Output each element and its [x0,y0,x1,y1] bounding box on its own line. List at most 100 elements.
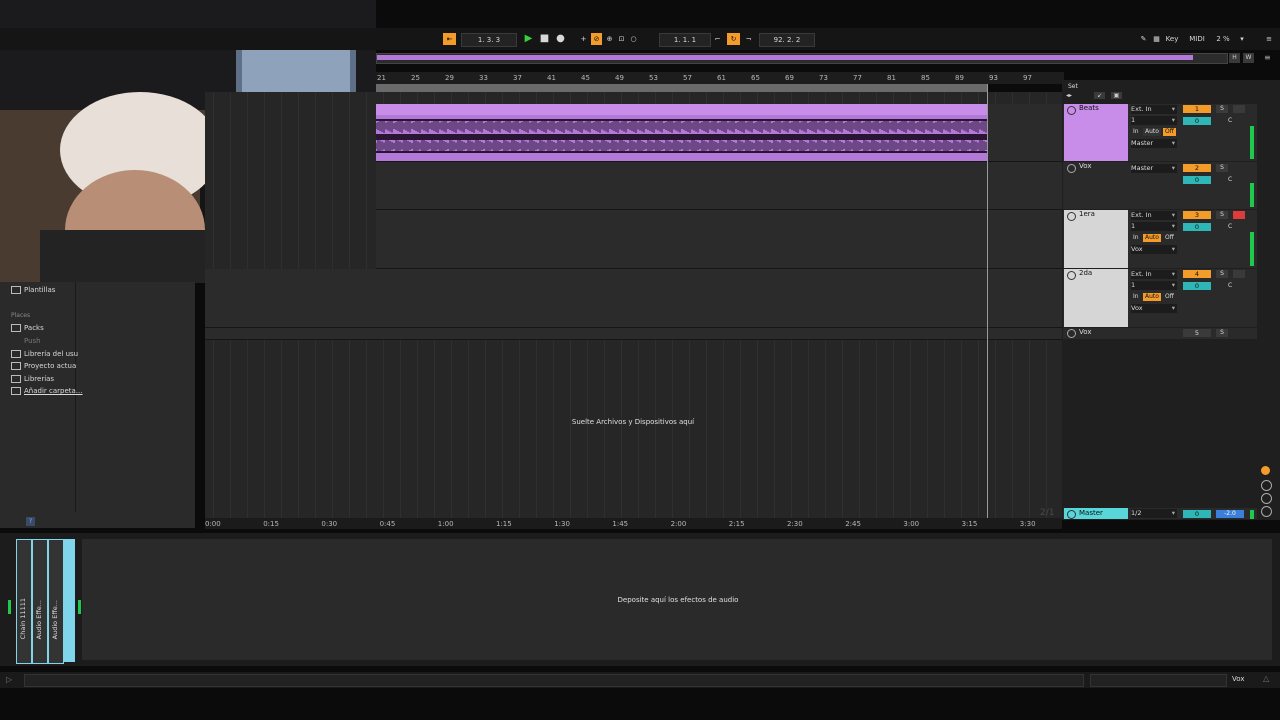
input-channel-select[interactable]: 1 [1131,222,1177,231]
track-name-vox-group[interactable]: Vox [1064,328,1128,339]
fold-track-icon[interactable] [1067,212,1076,221]
draw-mode-icon[interactable]: ✎ [1138,33,1149,45]
solo-button[interactable]: S [1216,329,1228,337]
track-activator[interactable]: 2 [1183,164,1211,172]
lane-vox[interactable] [376,162,1062,210]
clip-header[interactable] [376,104,988,115]
chain-selector[interactable] [64,539,75,662]
track-name-1era[interactable]: 1era [1064,210,1128,268]
monitor-auto-button[interactable]: Auto [1143,128,1161,136]
monitor-auto-button[interactable]: Auto [1143,293,1161,301]
volume-field[interactable]: 0 [1183,223,1211,231]
punch-in-icon[interactable]: ⌐ [712,33,723,45]
master-gain-field[interactable]: -2.0 [1216,510,1244,518]
monitor-in-button[interactable]: In [1131,234,1141,242]
browser-item-proyecto-actual[interactable]: Proyecto actua [11,362,76,370]
browser-item-push[interactable]: Push [11,337,41,345]
sends-toggle-icon[interactable] [1261,480,1272,491]
input-type-select[interactable]: Ext. In [1131,211,1177,220]
cpu-dropdown-icon[interactable]: ▾ [1238,33,1246,45]
overdub-icon[interactable]: + [578,33,589,45]
input-channel-select[interactable]: 1 [1131,116,1177,125]
track-activator[interactable]: 5 [1183,329,1211,337]
track-name-2da[interactable]: 2da [1064,269,1128,327]
pan-field[interactable]: C [1226,223,1234,231]
fold-track-icon[interactable] [1067,164,1076,173]
input-type-select[interactable]: Ext. In [1131,270,1177,279]
browser-info-icon[interactable]: ? [26,517,35,526]
track-activator[interactable]: 1 [1183,105,1211,113]
key-map-button[interactable]: Key [1163,33,1181,45]
stop-icon[interactable]: ■ [539,33,550,45]
solo-button[interactable]: S [1216,211,1228,219]
input-channel-select[interactable]: 1 [1131,281,1177,290]
punch-out-icon[interactable]: ¬ [743,33,754,45]
volume-field[interactable]: 0 [1183,282,1211,290]
solo-button[interactable]: S [1216,164,1228,172]
track-name-master[interactable]: Master [1064,508,1128,519]
pan-field[interactable]: C [1226,117,1234,125]
output-select[interactable]: Master [1131,164,1177,173]
fold-icon[interactable]: ↙ [1094,92,1105,99]
h-button[interactable]: H [1229,53,1240,63]
audio-clip-beats[interactable] [376,104,988,161]
arrangement-overview[interactable] [376,53,1228,64]
mixer-toggle-icon[interactable] [1261,506,1272,517]
fold-track-icon[interactable] [1067,106,1076,115]
warning-icon[interactable]: △ [1263,674,1269,683]
master-output-select[interactable]: 1/2 [1131,509,1177,518]
play-status-icon[interactable]: ▷ [6,675,16,685]
arm-button[interactable] [1233,105,1245,113]
monitor-in-button[interactable]: In [1131,293,1141,301]
track-activator[interactable]: 3 [1183,211,1211,219]
record-icon[interactable]: ● [555,33,566,45]
capture-icon[interactable]: ⊡ [616,33,627,45]
chain-strip-1[interactable]: Chain 11111 [16,539,32,664]
pan-field[interactable]: C [1226,176,1234,184]
lane-vox-group[interactable] [205,328,1062,340]
browser-item-librerias[interactable]: Librerías [11,375,54,383]
monitor-auto-button[interactable]: Auto [1143,234,1161,242]
fold-track-icon[interactable] [1067,329,1076,338]
session-record-icon[interactable]: ○ [628,33,639,45]
set-nav-icons[interactable]: ◂▸ [1066,92,1082,99]
output-select[interactable]: Vox [1131,245,1177,254]
chain-strip-3[interactable]: Audio Effe... [48,539,64,664]
expand-icon[interactable]: ≡ [1264,53,1274,63]
add-folder-link[interactable]: Añadir carpeta... [11,387,82,395]
master-volume-field[interactable]: 0 [1183,510,1211,518]
loop-length-field[interactable]: 92. 2. 2 [759,33,815,47]
fold-track-icon[interactable] [1067,510,1076,519]
lane-1era[interactable] [376,210,1062,269]
monitor-off-button[interactable]: Off [1163,234,1176,242]
loop-brace[interactable] [376,84,988,92]
track-activator[interactable]: 4 [1183,270,1211,278]
follow-toggle[interactable]: ⇤ [443,33,456,45]
fold-track-icon[interactable] [1067,271,1076,280]
arm-button[interactable] [1233,211,1245,219]
loop-start-field[interactable]: 1. 1. 1 [659,33,711,47]
beat-ruler[interactable]: 21 25 29 33 37 41 45 49 53 57 61 65 69 73 77 81 85 89 93 97 [376,72,1064,84]
time-ruler[interactable]: 0:00 0:15 0:30 0:45 1:00 1:15 1:30 1:45 2:00 2:15… [205,518,1062,529]
w-button[interactable]: W [1243,53,1254,63]
reenable-automation-icon[interactable]: ⊕ [604,33,615,45]
input-type-select[interactable]: Ext. In [1131,105,1177,114]
browser-item-libreria-usuario[interactable]: Librería del usu [11,350,78,358]
menu-icon[interactable]: ≡ [1264,33,1274,45]
track-name-beats[interactable]: Beats [1064,104,1128,161]
monitor-off-button[interactable]: Off [1163,128,1176,136]
midi-map-button[interactable]: MIDI [1187,33,1207,45]
output-select[interactable]: Vox [1131,304,1177,313]
volume-field[interactable]: 0 [1183,117,1211,125]
returns-toggle-icon[interactable] [1261,493,1272,504]
keyboard-icon[interactable]: ▦ [1151,33,1162,45]
browser-item-packs[interactable]: Packs [11,324,44,332]
browser-item-plantillas[interactable]: Plantillas [11,286,55,294]
automation-arm-icon[interactable]: ⊘ [591,33,602,45]
arm-button[interactable] [1233,270,1245,278]
io-toggle-icon[interactable] [1261,466,1270,475]
track-name-vox[interactable]: Vox [1064,162,1128,209]
lane-2da[interactable] [205,269,1062,328]
play-icon[interactable]: ▶ [523,33,534,45]
solo-button[interactable]: S [1216,270,1228,278]
